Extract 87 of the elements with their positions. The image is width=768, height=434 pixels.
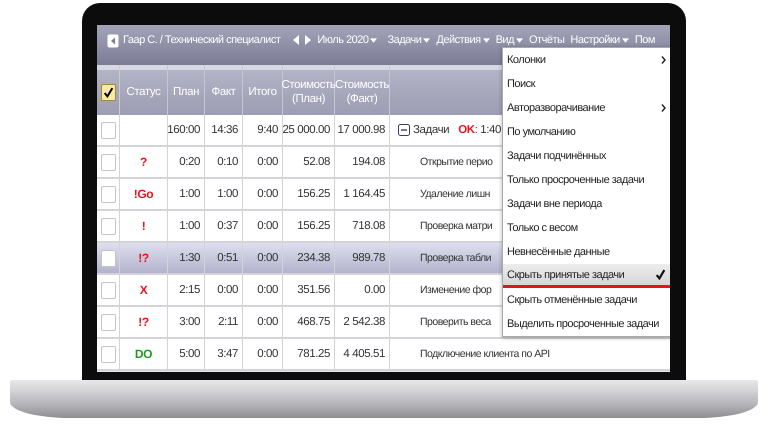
- task-name[interactable]: Проверить веса: [420, 316, 491, 328]
- table-cell: 1 164.45: [335, 179, 390, 209]
- caret-icon: [622, 38, 629, 43]
- table-cell: 9:40: [243, 115, 283, 145]
- table-cell: 234.38: [283, 243, 335, 273]
- task-name[interactable]: Удаление лишн: [420, 188, 490, 200]
- table-cell: 351.56: [283, 275, 335, 305]
- status-mark: !Go: [134, 187, 154, 201]
- table-cell: 0:37: [205, 211, 243, 241]
- row-checkbox[interactable]: [100, 218, 116, 234]
- table-cell: 2:15: [168, 275, 205, 305]
- chevron-right-icon: [661, 56, 666, 64]
- status-mark: !: [142, 219, 146, 233]
- caret-icon: [370, 38, 378, 43]
- group-label: Задачи: [413, 124, 450, 136]
- chevron-right-icon: [661, 104, 666, 112]
- table-cell: 2:11: [205, 307, 243, 337]
- table-cell: 1:00: [168, 211, 205, 241]
- status-mark: ?: [140, 155, 147, 169]
- previous-icon[interactable]: [293, 35, 300, 45]
- menu-option[interactable]: По умолчанию: [503, 120, 670, 144]
- table-cell: 0:00: [205, 275, 243, 305]
- task-name[interactable]: Проверка матри: [420, 220, 492, 232]
- table-cell: 5:00: [168, 339, 205, 369]
- table-cell: 194.08: [335, 147, 390, 177]
- row-checkbox[interactable]: [100, 186, 116, 202]
- menu-option[interactable]: Выделить просроченные задачи: [503, 312, 670, 336]
- table-cell: 156.25: [283, 179, 335, 209]
- status-mark: !?: [138, 251, 149, 265]
- table-cell: 0:00: [243, 211, 283, 241]
- table-cell: 156.25: [283, 211, 335, 241]
- status-mark: DO: [134, 347, 152, 361]
- row-checkbox[interactable]: [100, 250, 116, 266]
- table-cell: 1:00: [205, 179, 243, 209]
- row-checkbox[interactable]: [100, 154, 116, 170]
- table-cell: 2 542.38: [335, 307, 390, 337]
- table-cell: 0:20: [168, 147, 205, 177]
- select-all-checkbox[interactable]: [100, 84, 116, 101]
- row-checkbox[interactable]: [100, 122, 116, 138]
- caret-icon: [482, 38, 490, 43]
- next-icon[interactable]: [305, 35, 312, 45]
- status-mark: X: [140, 283, 148, 297]
- table-cell: 0:00: [243, 147, 283, 177]
- caret-icon: [516, 38, 523, 43]
- menu-option[interactable]: Только с весом: [503, 216, 670, 240]
- ok-label: OK: [458, 124, 475, 136]
- table-row[interactable]: DO 5:00 3:47 0:00 781.25 4 405.51 Подключение клиента по API: [97, 339, 670, 371]
- table-cell: 0:00: [243, 243, 283, 273]
- menu-option[interactable]: Скрыть принятые задачи: [503, 264, 670, 288]
- table-cell: 0:00: [243, 307, 283, 337]
- table-cell: 0:00: [243, 179, 283, 209]
- table-cell: 718.08: [335, 211, 390, 241]
- row-checkbox[interactable]: [100, 314, 116, 330]
- table-cell: 1:00: [168, 179, 205, 209]
- table-cell: 3:47: [205, 339, 243, 369]
- ok-time: : 1:40: [474, 124, 502, 136]
- task-name[interactable]: Подключение клиента по API: [420, 348, 550, 360]
- task-name[interactable]: Проверка табли: [420, 252, 492, 264]
- row-checkbox[interactable]: [100, 282, 116, 298]
- table-cell: 781.25: [283, 339, 335, 369]
- table-cell: 0:00: [243, 339, 283, 369]
- table-cell: 52.08: [283, 147, 335, 177]
- table-cell: 1:30: [168, 243, 205, 273]
- caret-icon: [423, 38, 430, 43]
- table-cell: 17 000.98: [335, 115, 390, 145]
- menu-option[interactable]: Колонки: [503, 48, 670, 72]
- back-icon[interactable]: [107, 34, 119, 48]
- menu-option[interactable]: Поиск: [503, 72, 670, 96]
- table-cell: 4 405.51: [335, 339, 390, 369]
- row-checkbox[interactable]: [100, 346, 116, 362]
- table-cell: 0.00: [335, 275, 390, 305]
- user-title: Гаар С. / Технический специалист: [123, 34, 280, 46]
- table-cell: 3:00: [168, 307, 205, 337]
- table-cell: 25 000.00: [283, 115, 335, 145]
- collapse-icon[interactable]: [398, 124, 410, 136]
- menu-option[interactable]: Невнесённые данные: [503, 240, 670, 264]
- table-cell: 14:36: [205, 115, 243, 145]
- table-cell: 0:51: [205, 243, 243, 273]
- table-cell: 0:10: [205, 147, 243, 177]
- task-name[interactable]: Изменение фор: [420, 284, 492, 296]
- table-cell: 989.78: [335, 243, 390, 273]
- table-cell: 160:00: [168, 115, 205, 145]
- menu-option[interactable]: Задачи подчинённых: [503, 144, 670, 168]
- task-name[interactable]: Открытие перио: [420, 156, 492, 168]
- table-cell: 468.75: [283, 307, 335, 337]
- status-mark: !?: [138, 315, 149, 329]
- table-cell: 0:00: [243, 275, 283, 305]
